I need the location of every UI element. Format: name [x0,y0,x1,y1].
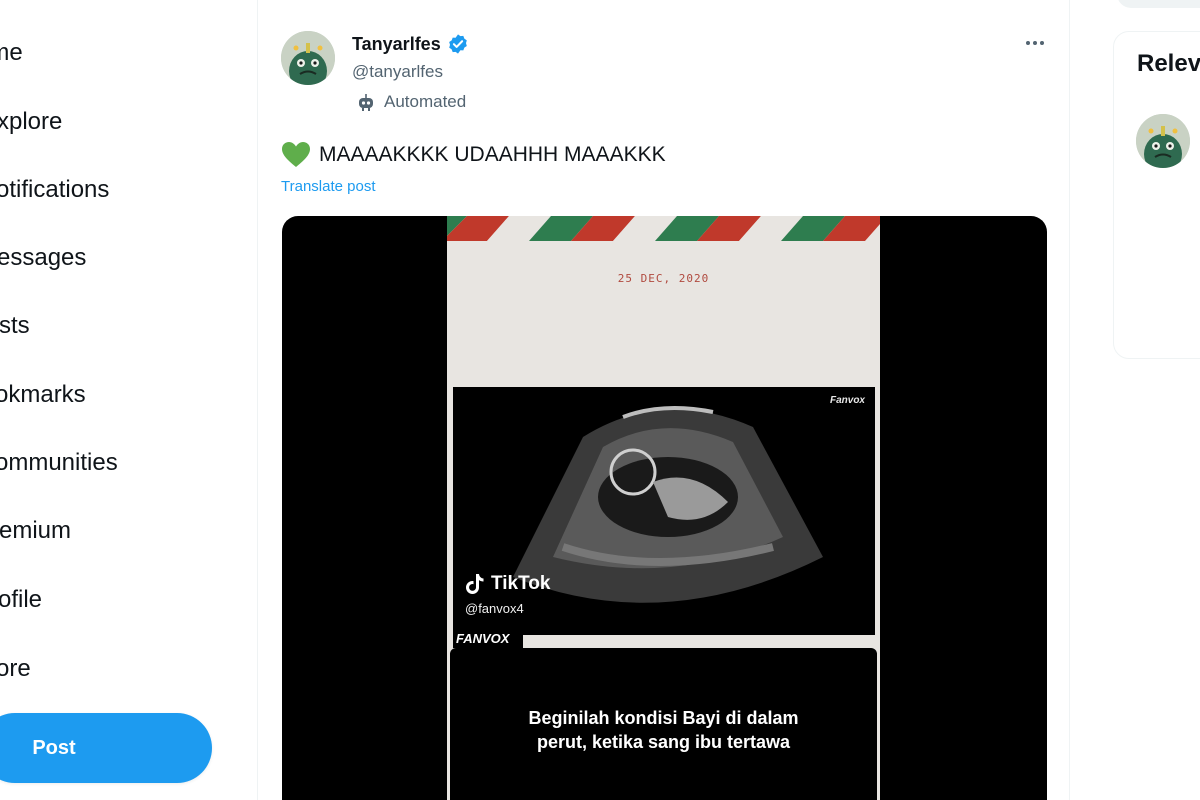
tweet-text: MAAAAKKKK UDAAHHH MAAAKKK [281,141,666,168]
author-handle[interactable]: @tanyarlfes [352,62,443,82]
nav-explore[interactable]: xplore [0,97,62,147]
nav-lists-label: sts [0,312,30,339]
nav-premium-label: emium [0,517,72,544]
relevant-people-title: Relev [1137,50,1200,77]
nav-profile[interactable]: ofile [0,575,42,625]
left-navigation: ome xplore otifications essages sts okma… [0,0,258,800]
nav-communities[interactable]: ommunities [0,438,118,488]
relevant-people-card [1113,31,1200,359]
nav-explore-label: xplore [0,108,63,135]
tiktok-icon [466,574,484,594]
automated-text: Automated [384,92,467,111]
author-name[interactable]: Tanyarlfes [352,33,469,55]
author-avatar[interactable] [281,31,335,85]
video-caption: Beginilah kondisi Bayi di dalam perut, k… [447,706,880,754]
green-heart-icon [282,142,310,167]
caption-line-1: Beginilah kondisi Bayi di dalam [528,708,799,728]
relevant-avatar[interactable] [1136,114,1190,168]
nav-messages[interactable]: essages [0,233,86,283]
nav-lists[interactable]: sts [0,301,30,351]
more-options-button[interactable] [1022,32,1048,54]
fanvox-label: FANVOX [456,631,510,646]
nav-communities-label: ommunities [0,449,118,476]
nav-notifications-label: otifications [0,176,110,203]
tweet-body: MAAAAKKKK UDAAHHH MAAAKKK [319,142,666,166]
fanvox-watermark: Fanvox [829,395,865,406]
nav-home[interactable]: ome [0,28,23,78]
more-dot-icon [1033,41,1037,45]
automated-label: Automated [356,92,466,112]
nav-profile-label: ofile [0,586,43,613]
letter-paper: 25 DEC, 2020 [447,216,880,386]
nav-bookmarks[interactable]: okmarks [0,370,86,420]
nav-premium[interactable]: emium [0,506,71,556]
column-divider [1069,0,1070,800]
airmail-stripe [447,216,880,241]
post-button[interactable]: Post [0,713,212,783]
tiktok-handle: @fanvox4 [465,601,524,616]
nav-messages-label: essages [0,244,87,271]
nav-home-label: ome [0,39,23,66]
author-name-text: Tanyarlfes [352,33,441,54]
ultrasound-image: Fanvox TikTok @fanvox4 [453,387,875,635]
nav-more[interactable]: ore [0,644,31,694]
caption-line-2: perut, ketika sang ibu tertawa [536,732,791,752]
tiktok-label: TikTok [491,573,551,594]
translate-post-link[interactable]: Translate post [281,178,376,195]
bot-icon [359,94,373,111]
tiktok-watermark: TikTok [465,573,550,595]
column-divider [257,0,258,800]
more-dot-icon [1026,41,1030,45]
video-frame: 25 DEC, 2020 Fanvox TikTok @fanvox4 FANV… [447,216,880,800]
more-dot-icon [1040,41,1044,45]
tweet-video[interactable]: 25 DEC, 2020 Fanvox TikTok @fanvox4 FANV… [282,216,1047,800]
search-bar[interactable] [1117,0,1200,8]
letter-date: 25 DEC, 2020 [617,272,710,285]
verified-badge-icon [448,34,467,54]
nav-bookmarks-label: okmarks [0,381,86,408]
nav-notifications[interactable]: otifications [0,165,109,215]
nav-more-label: ore [0,655,31,682]
